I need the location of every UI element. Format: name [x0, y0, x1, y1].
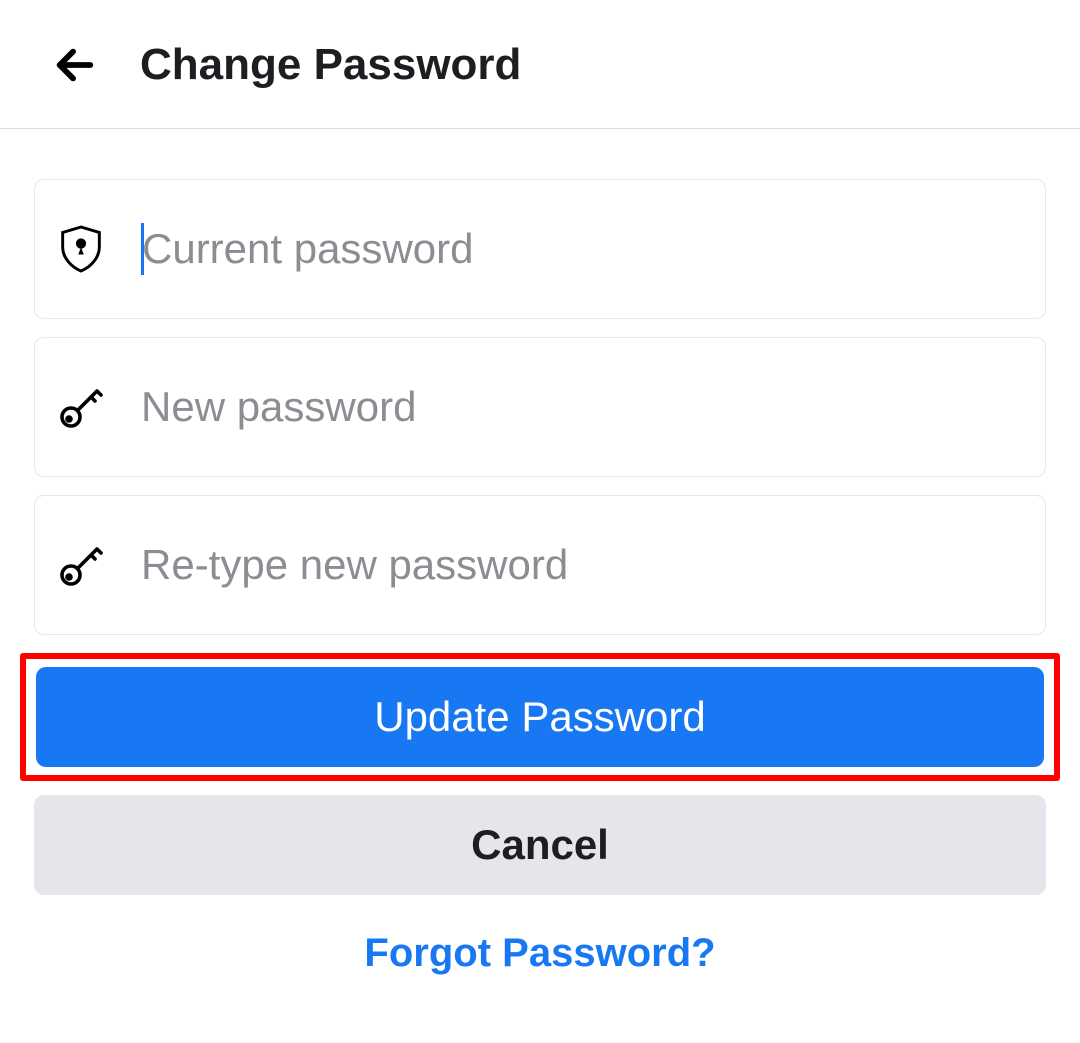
- shield-lock-icon: [57, 225, 105, 273]
- new-password-input[interactable]: [141, 383, 1023, 431]
- key-icon: [57, 383, 105, 431]
- page-title: Change Password: [140, 40, 521, 90]
- forgot-password-link[interactable]: Forgot Password?: [34, 931, 1046, 976]
- form-content: Update Password Cancel Forgot Password?: [0, 129, 1080, 976]
- update-password-button[interactable]: Update Password: [36, 667, 1044, 767]
- arrow-left-icon: [52, 42, 98, 88]
- new-password-field[interactable]: [34, 337, 1046, 477]
- current-password-input[interactable]: [142, 225, 1023, 273]
- current-password-field[interactable]: [34, 179, 1046, 319]
- cancel-button[interactable]: Cancel: [34, 795, 1046, 895]
- page-header: Change Password: [0, 0, 1080, 129]
- back-button[interactable]: [50, 40, 100, 90]
- highlight-annotation: Update Password: [20, 653, 1060, 781]
- key-icon: [57, 541, 105, 589]
- retype-password-input[interactable]: [141, 541, 1023, 589]
- retype-password-field[interactable]: [34, 495, 1046, 635]
